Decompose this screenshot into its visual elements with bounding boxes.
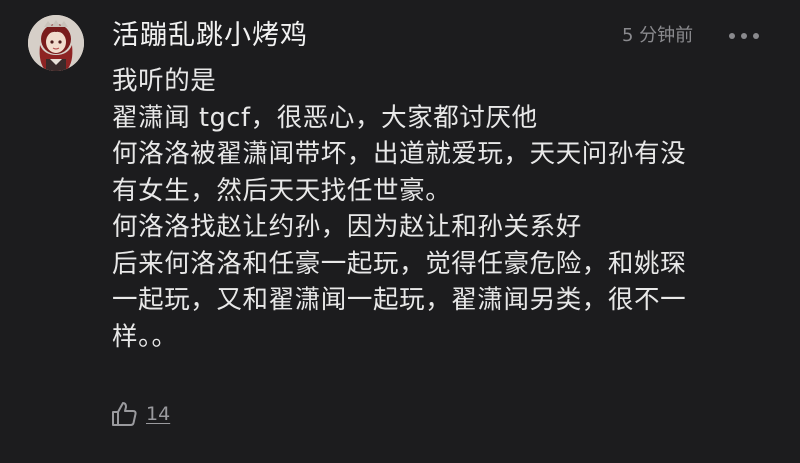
thumbs-up-icon [112,402,137,426]
more-dots-icon [729,33,759,39]
timestamp: 5 分钟前 [622,25,694,46]
more-options-button[interactable] [724,22,764,50]
comment-line: 何洛洛被翟潇闻带坏，出道就爱玩，天天问孙有没 [112,139,687,169]
like-button[interactable]: 14 [110,396,170,432]
like-count: 14 [146,403,171,425]
avatar[interactable] [28,15,84,71]
comment-line: 样。。 [112,321,178,352]
username[interactable]: 活蹦乱跳小烤鸡 [112,18,308,54]
comment-line: 一起玩，又和翟潇闻一起玩，翟潇闻另类，很不一 [112,285,687,315]
comment-line: 有女生，然后天天找任世豪。 [112,175,452,206]
comment-card: 活蹦乱跳小烤鸡 5 分钟前 我听的是 翟潇闻 tgcf，很恶心，大家都讨厌他 何… [0,0,800,463]
avatar-image [28,15,84,71]
comment-line: 何洛洛找赵让约孙，因为赵让和孙关系好 [112,212,582,242]
comment-line: 后来何洛洛和任豪一起玩，觉得任豪危险，和姚琛 [112,248,687,279]
comment-line: 我听的是 [112,66,217,96]
comment-body: 我听的是 翟潇闻 tgcf，很恶心，大家都讨厌他 何洛洛被翟潇闻带坏，出道就爱玩… [112,63,772,355]
comment-line: 翟潇闻 tgcf，很恶心，大家都讨厌他 [112,102,538,133]
